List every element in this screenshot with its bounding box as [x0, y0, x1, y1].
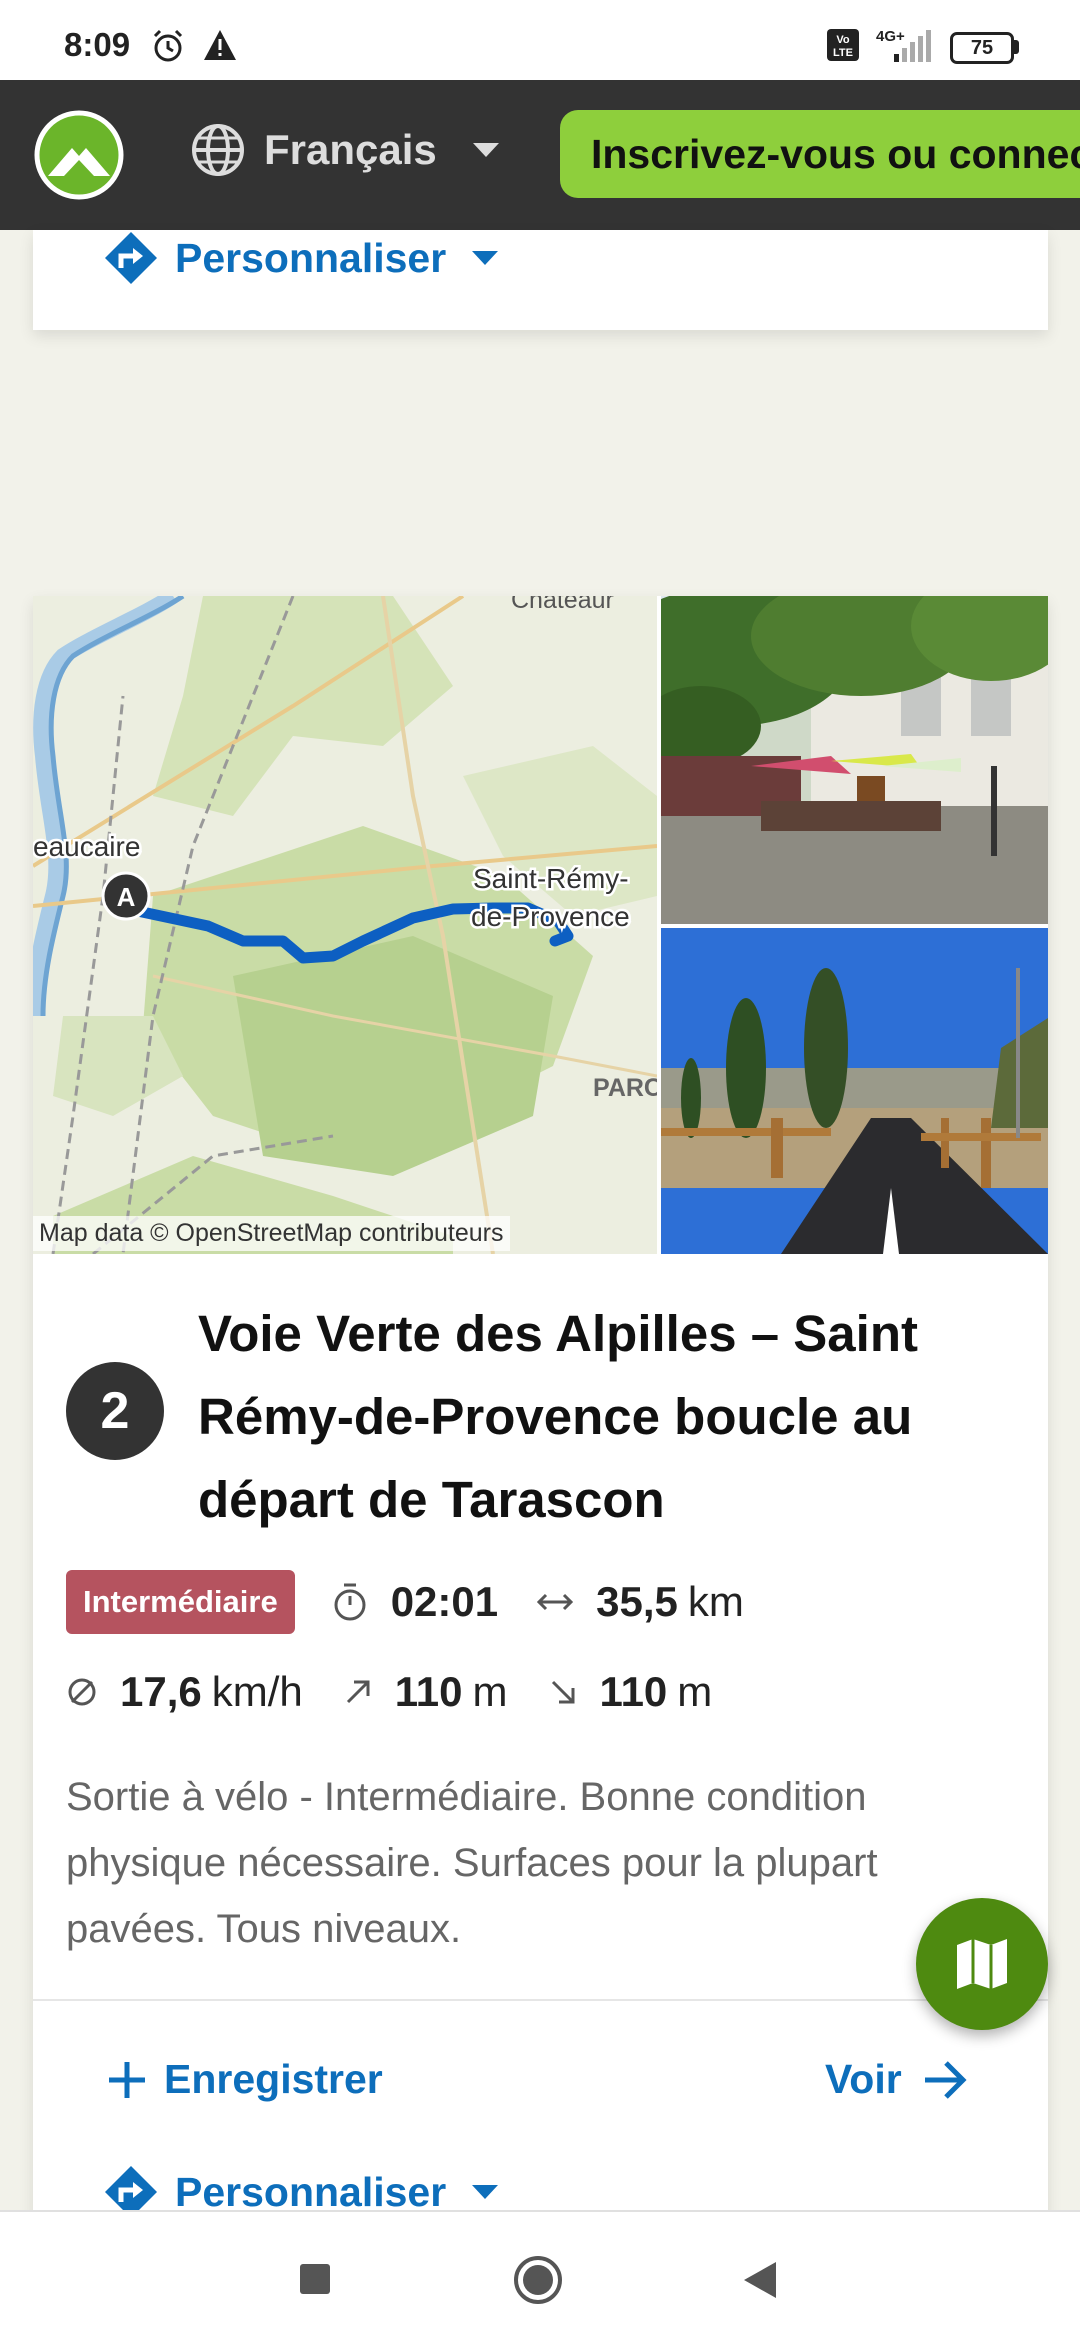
- previous-tour-card: Personnaliser: [33, 230, 1048, 330]
- map-attribution[interactable]: Map data © OpenStreetMap contributeurs: [33, 1216, 510, 1251]
- tour-photo-cafe[interactable]: [661, 596, 1048, 924]
- battery-tip: [1014, 40, 1019, 54]
- alarm-icon: [153, 29, 183, 62]
- route-icon: [105, 232, 157, 284]
- card-divider: [33, 1999, 1048, 2001]
- map-label-saint-remy-2: de-Provence: [471, 901, 630, 932]
- photo-path-image: [661, 928, 1048, 1254]
- chevron-down-icon: [472, 143, 499, 157]
- personalize-label: Personnaliser: [175, 234, 447, 281]
- tour-title[interactable]: Voie Verte des Alpilles – Saint Rémy-de-…: [198, 1292, 1008, 1541]
- tour-description: Sortie à vélo - Intermédiaire. Bonne con…: [66, 1775, 878, 1951]
- distance-stat: 35,5 km: [536, 1578, 744, 1626]
- duration-stat: 02:01: [331, 1578, 498, 1626]
- arrow-right-icon: [924, 2060, 967, 2099]
- map-view-fab[interactable]: [916, 1898, 1048, 2030]
- uphill-unit: m: [472, 1668, 508, 1715]
- map-label-chateau: Chateaur: [511, 596, 614, 614]
- downhill-stat: 110 m: [548, 1668, 713, 1716]
- tour-photo-path[interactable]: [661, 928, 1048, 1254]
- svg-text:Vo: Vo: [836, 34, 850, 46]
- recents-icon[interactable]: [298, 2262, 332, 2296]
- start-marker-label: A: [117, 882, 136, 912]
- downhill-arrow-icon: [551, 1680, 575, 1704]
- difficulty-badge: Intermédiaire: [66, 1570, 295, 1634]
- map-label-beaucaire: eaucaire: [33, 831, 140, 862]
- back-icon[interactable]: [742, 2260, 778, 2300]
- route-map[interactable]: Chateaur eaucaire Saint-Rémy- de-Provenc…: [33, 596, 657, 1254]
- status-time: 8:09: [64, 26, 131, 63]
- language-label: Français: [264, 126, 437, 173]
- save-button[interactable]: Enregistrer: [106, 2056, 383, 2103]
- view-label: Voir: [825, 2056, 902, 2102]
- map-canvas: Chateaur eaucaire Saint-Rémy- de-Provenc…: [33, 596, 657, 1254]
- app-header: Français Inscrivez-vous ou connectez-vou…: [0, 80, 1080, 230]
- battery-indicator: 75: [950, 32, 1014, 64]
- speed-value: 17,6: [120, 1668, 202, 1715]
- uphill-arrow-icon: [346, 1680, 370, 1704]
- average-speed-icon: [68, 1678, 96, 1706]
- uphill-value: 110: [394, 1668, 463, 1715]
- language-selector[interactable]: Français: [190, 122, 499, 178]
- duration-value: 02:01: [390, 1578, 499, 1625]
- downhill-value: 110: [599, 1668, 668, 1715]
- distance-value: 35,5: [596, 1578, 678, 1625]
- save-label: Enregistrer: [164, 2056, 383, 2102]
- system-nav-bar: [0, 2210, 1080, 2342]
- plus-icon: [109, 2061, 145, 2098]
- map-icon: [957, 1939, 1007, 1989]
- photo-cafe-image: [661, 596, 1048, 924]
- downhill-unit: m: [677, 1668, 713, 1715]
- map-label-parc: PARC: [593, 1074, 657, 1102]
- map-label-saint-remy-1: Saint-Rémy-: [473, 863, 629, 894]
- distance-unit: km: [687, 1578, 744, 1625]
- distance-arrows-icon: [537, 1593, 574, 1611]
- stats-row-secondary: 17,6 km/h 110 m 110 m: [66, 1668, 712, 1716]
- chevron-down-icon: [472, 2185, 499, 2199]
- stats-row-primary: Intermédiaire 02:01 35,5 km: [66, 1570, 744, 1634]
- home-icon[interactable]: [512, 2254, 564, 2306]
- view-button[interactable]: Voir: [825, 2056, 968, 2103]
- personalize-label: Personnaliser: [175, 2168, 447, 2215]
- uphill-stat: 110 m: [343, 1668, 508, 1716]
- signup-login-button[interactable]: Inscrivez-vous ou connectez-vous: [560, 110, 1080, 198]
- stopwatch-icon: [334, 1583, 366, 1621]
- volte-icon: Vo LTE: [827, 29, 859, 61]
- speed-unit: km/h: [211, 1668, 303, 1715]
- personalize-button[interactable]: Personnaliser: [103, 230, 499, 286]
- globe-icon: [192, 124, 244, 176]
- chevron-down-icon: [472, 251, 499, 265]
- signal-icon: [894, 30, 931, 62]
- warning-icon: [204, 30, 236, 60]
- svg-text:LTE: LTE: [833, 47, 853, 59]
- tour-card: Chateaur eaucaire Saint-Rémy- de-Provenc…: [33, 596, 1048, 2340]
- tour-number-badge: 2: [66, 1362, 164, 1460]
- komoot-logo[interactable]: [34, 110, 124, 200]
- speed-stat: 17,6 km/h: [66, 1668, 303, 1716]
- status-bar: 8:09 Vo LTE 4G+ 75: [0, 0, 1080, 80]
